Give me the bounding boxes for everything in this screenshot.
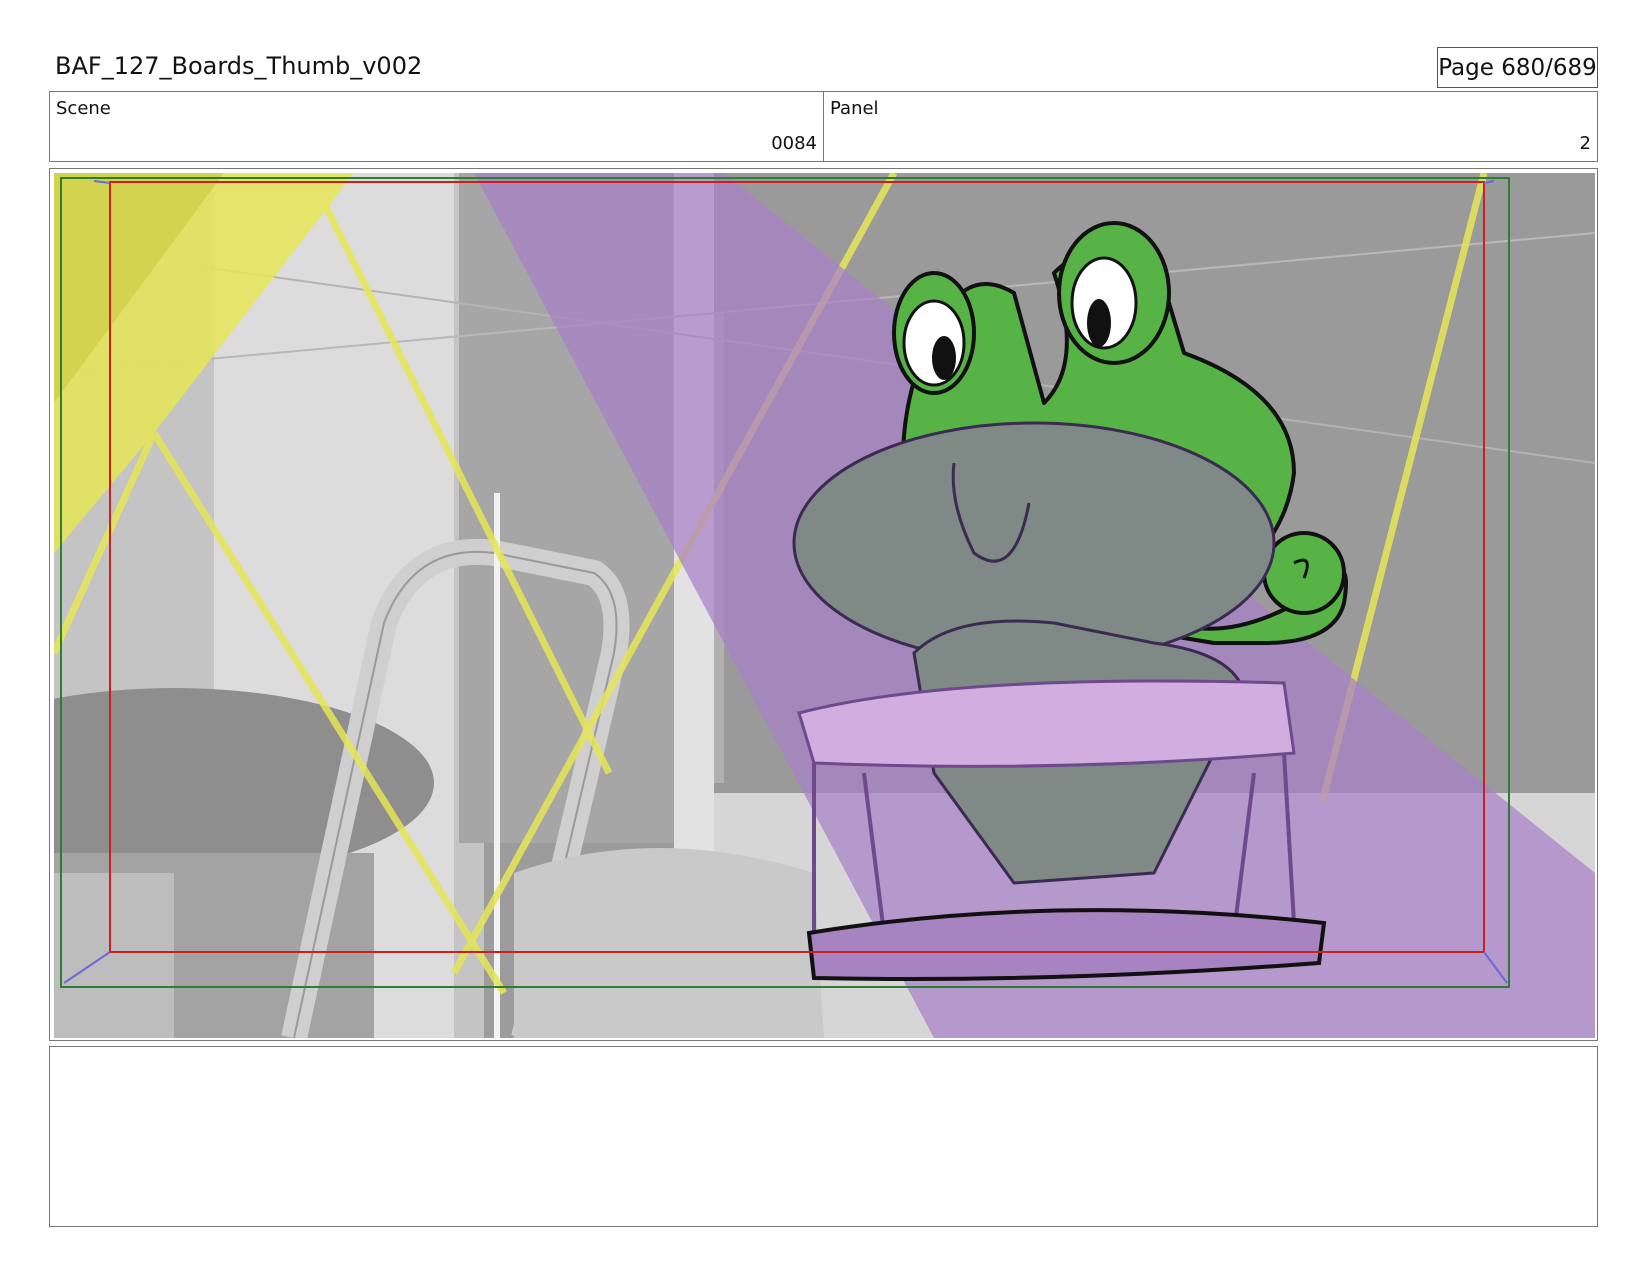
scene-panel-info: Scene 0084 Panel 2 — [49, 91, 1598, 162]
document-title: BAF_127_Boards_Thumb_v002 — [55, 52, 423, 80]
storyboard-drawing — [54, 173, 1595, 1038]
walker-base — [806, 908, 1327, 981]
panel-number: 2 — [1579, 133, 1591, 154]
scene-number: 0084 — [771, 133, 817, 154]
storyboard-panel — [49, 168, 1598, 1041]
scene-label: Scene — [56, 98, 111, 119]
page-indicator: Page 680/689 — [1437, 47, 1598, 88]
panel-label: Panel — [830, 98, 879, 119]
scene-cell: Scene 0084 — [50, 92, 823, 161]
chair-seat — [514, 848, 824, 1038]
panel-notes-box — [49, 1046, 1598, 1227]
panel-cell: Panel 2 — [823, 92, 1597, 161]
